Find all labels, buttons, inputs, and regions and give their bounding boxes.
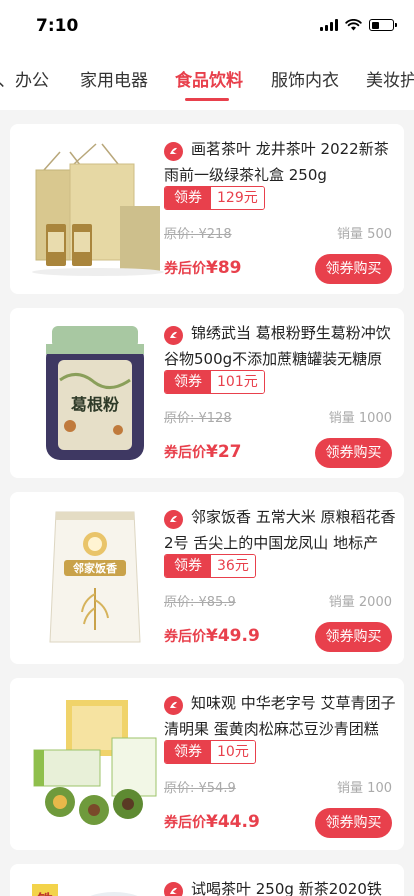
product-title-text: 锦绣武当 葛根粉野生葛粉冲饮谷物500g不添加蔗糖罐装无糖原味… <box>164 324 391 368</box>
brand-badge-icon <box>164 510 183 529</box>
jar-label-text: 葛根粉 <box>71 395 119 414</box>
final-price-amount: ¥44.9 <box>206 812 260 832</box>
tea-sample-label-text: 铁 <box>37 891 53 896</box>
final-price-amount: ¥89 <box>206 258 242 278</box>
coupon-value: 101元 <box>211 371 264 393</box>
tea-gift-box-image <box>32 143 164 276</box>
active-tab-indicator <box>185 98 229 101</box>
brand-badge-icon <box>164 882 183 896</box>
product-title[interactable]: 邻家饭香 五常大米 原粮稻花香2号 舌尖上的中国龙凤山 地标产品… <box>164 504 396 556</box>
tab-food-beverage[interactable]: 食品饮料 <box>175 66 243 91</box>
tea-sample-image: 铁 <box>32 884 138 896</box>
product-card[interactable]: 铁 试喝茶叶 250g 新茶2020铁观 <box>10 864 404 896</box>
final-price: 券后价¥49.9 <box>164 626 260 646</box>
claim-coupon-buy-button[interactable]: 领券购买 <box>315 808 392 838</box>
battery-icon <box>369 19 397 31</box>
tab-apparel[interactable]: 服饰内衣 <box>271 66 339 91</box>
final-price-label: 券后价 <box>164 445 206 461</box>
tab-home-appliances[interactable]: 家用电器 <box>80 66 148 91</box>
product-card[interactable]: 葛根粉 锦绣武当 葛根粉野生葛粉冲饮谷物500g不添加蔗糖罐装无糖原味… 领券 … <box>10 308 404 478</box>
product-title[interactable]: 试喝茶叶 250g 新茶2020铁观 <box>164 876 396 896</box>
tab-beauty[interactable]: 美妆护 <box>366 66 414 91</box>
brand-badge-icon <box>164 696 183 715</box>
original-price: 原价: ¥85.9 <box>164 595 236 610</box>
final-price-label: 券后价 <box>164 815 206 831</box>
rice-bag-label-text: 邻家饭香 <box>72 561 118 575</box>
wifi-icon <box>345 19 362 31</box>
category-tabs: 、办公 家用电器 食品饮料 服饰内衣 美妆护 <box>0 52 414 110</box>
product-card[interactable]: 邻家饭香 邻家饭香 五常大米 原粮稻花香2号 舌尖上的中国龙凤山 地标产品… 领… <box>10 492 404 664</box>
final-price: 券后价¥44.9 <box>164 812 260 832</box>
coupon-badge: 领券 10元 <box>164 740 256 764</box>
coupon-badge: 领券 36元 <box>164 554 256 578</box>
product-title-text: 邻家饭香 五常大米 原粮稻花香2号 舌尖上的中国龙凤山 地标产品… <box>164 508 396 552</box>
coupon-value: 129元 <box>211 187 264 209</box>
claim-coupon-buy-button[interactable]: 领券购买 <box>315 622 392 652</box>
product-title[interactable]: 知味观 中华老字号 艾草青团子清明果 蛋黄肉松麻芯豆沙青团糕点… <box>164 690 396 742</box>
brand-badge-icon <box>164 142 183 161</box>
coupon-label: 领券 <box>165 187 211 209</box>
coupon-label: 领券 <box>165 371 211 393</box>
final-price-label: 券后价 <box>164 629 206 645</box>
final-price-label: 券后价 <box>164 261 206 277</box>
sales-count: 销量 500 <box>337 227 392 242</box>
product-title-text: 试喝茶叶 250g 新茶2020铁观 <box>191 880 382 896</box>
original-price: 原价: ¥54.9 <box>164 781 236 796</box>
claim-coupon-buy-button[interactable]: 领券购买 <box>315 438 392 468</box>
product-title-text: 画茗茶叶 龙井茶叶 2022新茶雨前一级绿茶礼盒 250g <box>164 140 389 184</box>
final-price-amount: ¥27 <box>206 442 242 462</box>
product-card[interactable]: 画茗茶叶 龙井茶叶 2022新茶雨前一级绿茶礼盒 250g 领券 129元 原价… <box>10 124 404 294</box>
sales-count: 销量 2000 <box>328 595 392 610</box>
final-price: 券后价¥27 <box>164 442 242 462</box>
green-rice-balls-image <box>33 700 157 825</box>
kudzu-powder-jar-image: 葛根粉 <box>46 326 144 460</box>
claim-coupon-buy-button[interactable]: 领券购买 <box>315 254 392 284</box>
coupon-value: 36元 <box>211 555 255 577</box>
coupon-label: 领券 <box>165 741 211 763</box>
product-title[interactable]: 锦绣武当 葛根粉野生葛粉冲饮谷物500g不添加蔗糖罐装无糖原味… <box>164 320 396 372</box>
coupon-badge: 领券 101元 <box>164 370 265 394</box>
product-card[interactable]: 知味观 中华老字号 艾草青团子清明果 蛋黄肉松麻芯豆沙青团糕点… 领券 10元 … <box>10 678 404 850</box>
tab-office[interactable]: 、办公 <box>0 66 49 91</box>
coupon-badge: 领券 129元 <box>164 186 265 210</box>
status-time: 7:10 <box>36 16 79 36</box>
original-price: 原价: ¥128 <box>164 411 232 426</box>
status-icons <box>320 19 397 31</box>
cellular-signal-icon <box>320 19 338 31</box>
coupon-label: 领券 <box>165 555 211 577</box>
brand-badge-icon <box>164 326 183 345</box>
sales-count: 销量 1000 <box>328 411 392 426</box>
product-title-text: 知味观 中华老字号 艾草青团子清明果 蛋黄肉松麻芯豆沙青团糕点… <box>164 694 396 738</box>
rice-bag-image: 邻家饭香 <box>49 511 141 643</box>
product-title[interactable]: 画茗茶叶 龙井茶叶 2022新茶雨前一级绿茶礼盒 250g <box>164 136 396 188</box>
final-price: 券后价¥89 <box>164 258 242 278</box>
coupon-value: 10元 <box>211 741 255 763</box>
original-price: 原价: ¥218 <box>164 227 232 242</box>
sales-count: 销量 100 <box>337 781 392 796</box>
final-price-amount: ¥49.9 <box>206 626 260 646</box>
status-bar: 7:10 <box>0 0 414 52</box>
